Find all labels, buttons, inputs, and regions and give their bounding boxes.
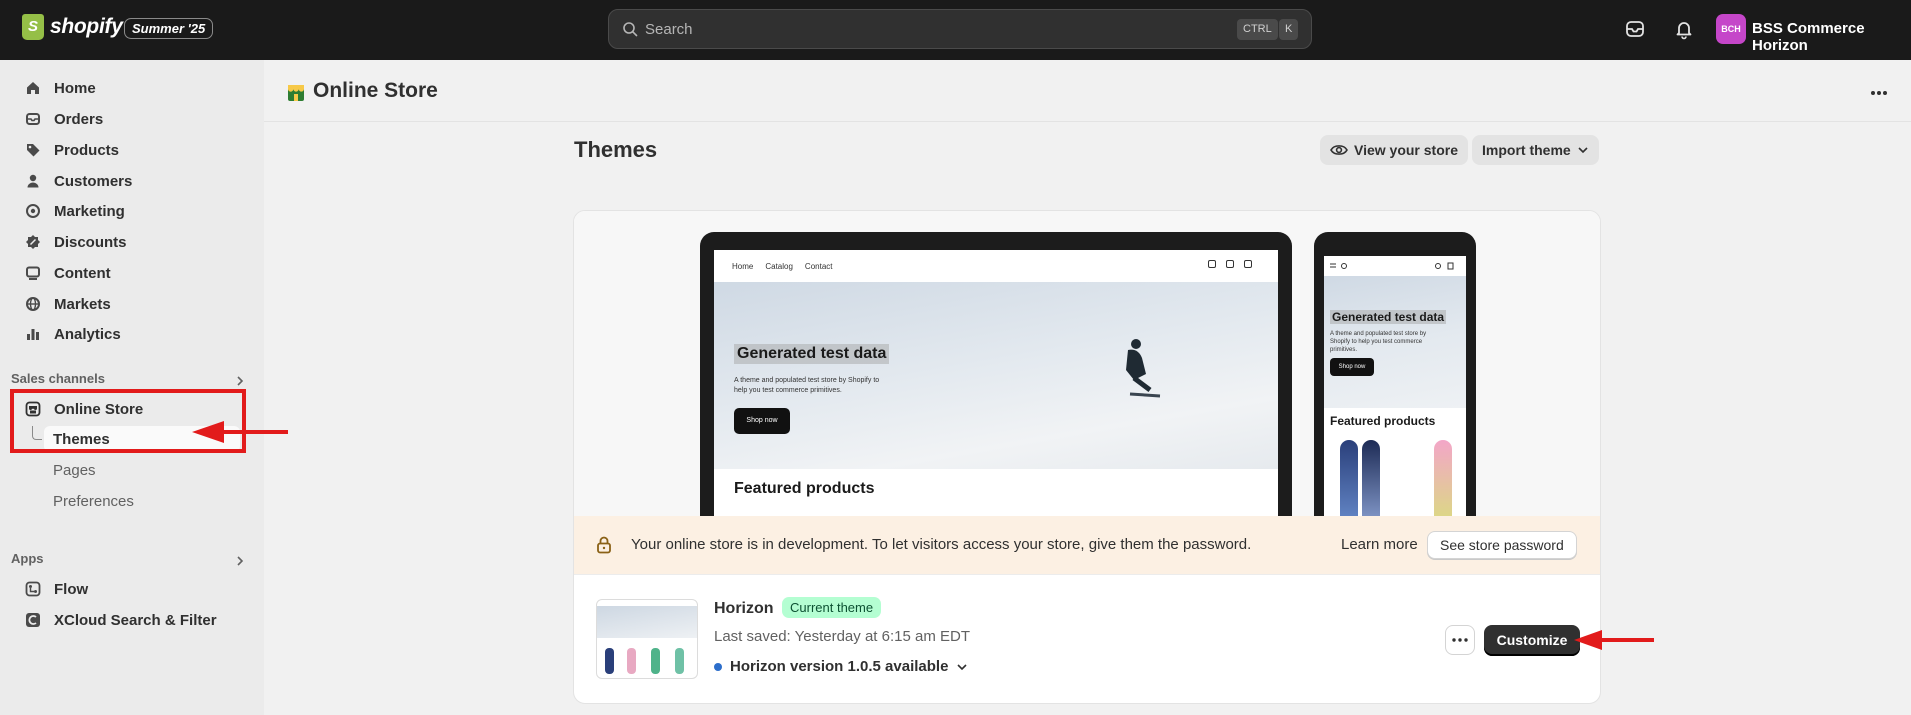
snowboard-image [1434, 440, 1452, 516]
preview-hero: Generated test data A theme and populate… [714, 282, 1278, 469]
import-theme-button[interactable]: Import theme [1472, 135, 1599, 165]
phone-mockup: Generated test data A theme and populate… [1314, 232, 1476, 516]
snowboarder-image [1126, 339, 1161, 398]
theme-card: Home Catalog Contact Generated test data… [573, 210, 1601, 704]
thumbnail-board [605, 648, 614, 674]
apps-heading[interactable]: Apps [11, 551, 44, 566]
phone-featured-title: Featured products [1330, 414, 1436, 428]
phone-hero-title: Generated test data [1330, 310, 1447, 324]
search-icon [623, 22, 638, 37]
sidebar-item-content[interactable]: Content [24, 260, 111, 286]
chevron-right-icon[interactable] [234, 375, 246, 387]
bar-chart-icon [24, 325, 42, 343]
section-title: Themes [574, 137, 658, 162]
preview-hero-subtitle: A theme and populated test store by Shop… [734, 377, 880, 394]
search-placeholder: Search [645, 21, 693, 38]
flow-icon [24, 580, 42, 598]
page-header: Online Store [264, 60, 1911, 122]
development-banner: Your online store is in development. To … [574, 516, 1600, 574]
sidebar-item-markets[interactable]: Markets [24, 291, 111, 317]
globe-icon [24, 295, 42, 313]
lock-icon [597, 536, 611, 554]
sidebar-item-marketing[interactable]: Marketing [24, 198, 125, 224]
online-store-icon [288, 85, 304, 101]
banner-message: Your online store is in development. To … [631, 536, 1252, 553]
person-icon [24, 172, 42, 190]
view-store-button[interactable]: View your store [1320, 135, 1469, 165]
theme-actions-button[interactable] [1445, 625, 1475, 655]
shortcut-k: K [1279, 19, 1299, 40]
bell-icon[interactable] [1673, 18, 1695, 40]
more-horizontal-icon[interactable] [1870, 90, 1888, 96]
eye-icon [1330, 145, 1348, 155]
sidebar-item-customers[interactable]: Customers [24, 168, 132, 194]
phone-nav-icons [1330, 262, 1454, 270]
sidebar-item-discounts[interactable]: Discounts [24, 229, 127, 255]
learn-more-link[interactable]: Learn more [1341, 536, 1418, 553]
last-saved-text: Last saved: Yesterday at 6:15 am EDT [714, 628, 970, 645]
preview-hero-title: Generated test data [734, 344, 890, 364]
info-dot-icon [714, 662, 722, 671]
edition-badge[interactable]: Summer '25 [124, 18, 214, 39]
phone-shop-button: Shop now [1330, 358, 1374, 376]
snowboard-image [1362, 440, 1380, 516]
shopify-bag-icon [22, 14, 44, 40]
sidebar-item-orders[interactable]: Orders [24, 106, 103, 132]
store-avatar[interactable]: BCH [1716, 14, 1746, 44]
annotation-arrow-left [1574, 630, 1654, 650]
laptop-mockup: Home Catalog Contact Generated test data… [700, 232, 1292, 516]
see-store-password-button[interactable]: See store password [1427, 531, 1577, 559]
inbox-icon[interactable] [1624, 18, 1646, 40]
chevron-down-icon [1578, 147, 1588, 154]
version-available[interactable]: Horizon version 1.0.5 available [714, 658, 968, 675]
thumbnail-board [675, 648, 684, 674]
sidebar-subitem-preferences[interactable]: Preferences [53, 493, 134, 510]
target-icon [24, 202, 42, 220]
content-icon [24, 264, 42, 282]
preview-nav-icons [1208, 260, 1252, 268]
customize-button[interactable]: Customize [1484, 625, 1580, 656]
phone-hero-subtitle: A theme and populated test store by Shop… [1330, 331, 1427, 354]
thumbnail-board [651, 648, 660, 674]
annotation-arrow-left [192, 421, 288, 443]
preview-featured-title: Featured products [734, 480, 875, 497]
current-theme-badge: Current theme [782, 597, 882, 618]
search-bar[interactable]: Search CTRL K [608, 9, 1312, 49]
chevron-right-icon[interactable] [234, 555, 246, 567]
chevron-down-icon [957, 663, 968, 670]
sales-channels-heading[interactable]: Sales channels [11, 371, 105, 386]
page-title: Online Store [313, 79, 438, 102]
top-bar: shopify Summer '25 Search CTRL K BCH BSS… [0, 0, 1911, 60]
sidebar-app-xcloud[interactable]: XCloud Search & Filter [24, 607, 217, 633]
phone-hero: Generated test data A theme and populate… [1324, 276, 1466, 408]
xcloud-icon [24, 611, 42, 629]
shortcut-ctrl: CTRL [1237, 19, 1278, 40]
sidebar-item-home[interactable]: Home [24, 75, 96, 101]
sidebar-subitem-pages[interactable]: Pages [53, 462, 96, 479]
theme-name: Horizon [714, 600, 774, 617]
home-icon [24, 79, 42, 97]
sidebar-item-analytics[interactable]: Analytics [24, 321, 121, 347]
theme-thumbnail[interactable] [596, 599, 698, 679]
discount-icon [24, 233, 42, 251]
preview-shop-button: Shop now [734, 408, 790, 434]
laptop-screen: Home Catalog Contact Generated test data… [714, 250, 1278, 516]
snowboard-image [1340, 440, 1358, 516]
tag-icon [24, 141, 42, 159]
theme-preview[interactable]: Home Catalog Contact Generated test data… [574, 211, 1600, 516]
current-theme-row: Horizon Current theme Last saved: Yester… [574, 574, 1600, 703]
thumbnail-board [627, 648, 636, 674]
sidebar-app-flow[interactable]: Flow [24, 576, 88, 602]
sidebar-item-products[interactable]: Products [24, 137, 119, 163]
orders-icon [24, 110, 42, 128]
store-name[interactable]: BSS Commerce Horizon [1752, 20, 1911, 54]
thumbnail-hero [597, 606, 697, 638]
more-horizontal-icon [1452, 638, 1468, 642]
phone-screen: Generated test data A theme and populate… [1324, 256, 1466, 516]
preview-nav: Home Catalog Contact [714, 250, 1278, 282]
shopify-logo[interactable]: shopify [22, 14, 123, 40]
